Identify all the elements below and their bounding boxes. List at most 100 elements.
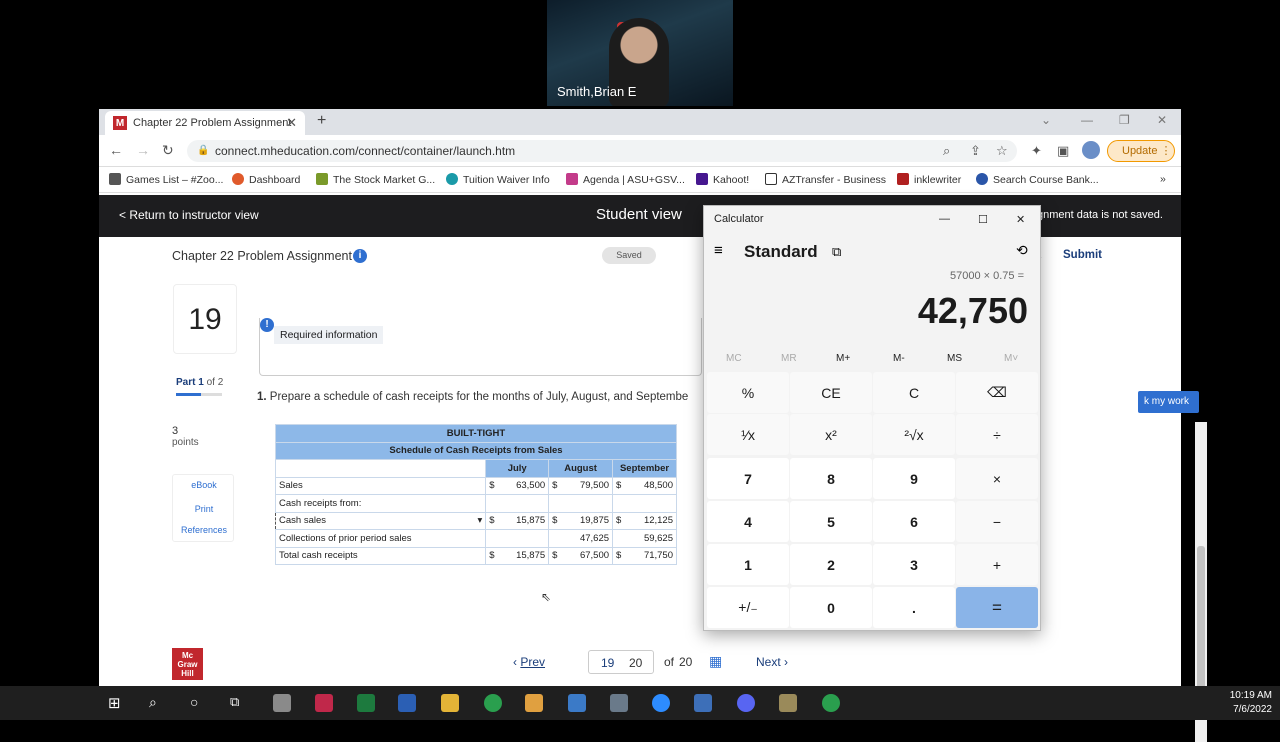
bookmark-item[interactable]: AZTransfer - Business	[765, 173, 886, 186]
digit-8-button[interactable]: 8	[790, 458, 872, 499]
zoom-icon[interactable]: ⌕	[943, 143, 950, 159]
percent-button[interactable]: %	[707, 372, 789, 413]
history-icon[interactable]: ⟲	[1016, 242, 1028, 259]
add-button[interactable]: +	[956, 544, 1038, 585]
decimal-button[interactable]: .	[873, 587, 955, 628]
table-cell[interactable]: $12,125	[612, 511, 677, 530]
restore-icon[interactable]: ❐	[1119, 113, 1130, 127]
discord-icon[interactable]	[737, 694, 755, 712]
table-cell[interactable]	[485, 529, 550, 548]
close-icon[interactable]: ✕	[1016, 213, 1025, 226]
new-tab-icon[interactable]: +	[317, 112, 326, 130]
bookmark-item[interactable]: inklewriter	[897, 173, 961, 186]
clear-button[interactable]: C	[873, 372, 955, 413]
minimize-icon[interactable]: —	[939, 213, 950, 225]
divide-button[interactable]: ÷	[956, 414, 1038, 455]
digit-9-button[interactable]: 9	[873, 458, 955, 499]
memory-subtract-button[interactable]: M-	[893, 353, 905, 364]
digit-0-button[interactable]: 0	[790, 587, 872, 628]
table-cell[interactable]	[485, 494, 550, 513]
keep-on-top-icon[interactable]: ⧉	[832, 244, 841, 260]
cortana-icon[interactable]: ○	[190, 694, 208, 712]
next-button[interactable]: Next ›	[756, 655, 788, 669]
tab-search-icon[interactable]: ⌄	[1041, 113, 1051, 127]
sqrt-button[interactable]: ²√x	[873, 414, 955, 455]
bookmark-item[interactable]: The Stock Market G...	[316, 173, 435, 186]
bookmark-item[interactable]: Dashboard	[232, 173, 300, 186]
table-cell[interactable]: $19,875	[548, 511, 614, 530]
table-cell[interactable]	[612, 494, 677, 513]
negate-button[interactable]: +/₋	[707, 587, 789, 628]
clear-entry-button[interactable]: CE	[790, 372, 872, 413]
bookmark-item[interactable]: Search Course Bank...	[976, 173, 1099, 186]
backspace-button[interactable]: ⌫	[956, 372, 1038, 413]
subtract-button[interactable]: −	[956, 501, 1038, 542]
digit-7-button[interactable]: 7	[707, 458, 789, 499]
table-cell[interactable]: $63,500	[485, 476, 550, 495]
close-tab-icon[interactable]: ✕	[286, 115, 297, 131]
table-cell[interactable]: $48,500	[612, 476, 677, 495]
bookmark-item[interactable]: Tuition Waiver Info	[446, 173, 550, 186]
print-link[interactable]: Print	[173, 504, 235, 514]
file-explorer-icon[interactable]	[441, 694, 459, 712]
side-panel-icon[interactable]: ▣	[1057, 143, 1069, 159]
digit-2-button[interactable]: 2	[790, 544, 872, 585]
extensions-icon[interactable]: ✦	[1031, 143, 1042, 159]
square-button[interactable]: x²	[790, 414, 872, 455]
digit-6-button[interactable]: 6	[873, 501, 955, 542]
page-selector[interactable]: 19 20	[588, 650, 654, 674]
references-link[interactable]: References	[173, 525, 235, 535]
return-instructor-link[interactable]: < Return to instructor view	[119, 208, 259, 222]
digit-5-button[interactable]: 5	[790, 501, 872, 542]
back-icon[interactable]: ←	[109, 142, 123, 158]
memory-add-button[interactable]: M+	[836, 353, 850, 364]
bookmark-item[interactable]: Agenda | ASU+GSV...	[566, 173, 685, 186]
zoom-app-icon[interactable]	[652, 694, 670, 712]
windows-start-icon[interactable]: ⊞	[108, 694, 126, 712]
info-icon[interactable]: i	[353, 249, 367, 263]
word-icon[interactable]	[398, 694, 416, 712]
ebook-link[interactable]: eBook	[173, 480, 235, 490]
share-icon[interactable]: ⇪	[970, 143, 981, 159]
prev-button[interactable]: ‹ Prev	[513, 655, 545, 669]
reload-icon[interactable]: ↻	[162, 142, 174, 159]
memory-clear-button[interactable]: MC	[726, 353, 742, 364]
digit-3-button[interactable]: 3	[873, 544, 955, 585]
table-cell[interactable]: $79,500	[548, 476, 614, 495]
equals-button[interactable]: =	[956, 587, 1038, 628]
digit-4-button[interactable]: 4	[707, 501, 789, 542]
chrome-icon[interactable]	[822, 694, 840, 712]
maximize-icon[interactable]: ☐	[978, 213, 988, 226]
menu-icon[interactable]: ≡	[714, 242, 723, 259]
dropdown-arrow-icon[interactable]: ▾	[477, 515, 482, 526]
system-clock[interactable]: 10:19 AM 7/6/2022	[1230, 689, 1272, 717]
update-button[interactable]: Update ⋮	[1107, 140, 1175, 162]
row-label-dropdown[interactable]: Cash sales ▾	[274, 511, 487, 530]
app-icon[interactable]	[525, 694, 543, 712]
multiply-button[interactable]: ×	[956, 458, 1038, 499]
url-field[interactable]: 🔒 connect.mheducation.com/connect/contai…	[187, 140, 1017, 162]
table-cell[interactable]: 59,625	[612, 529, 677, 548]
chrome-icon[interactable]	[484, 694, 502, 712]
excel-icon[interactable]	[357, 694, 375, 712]
forward-icon[interactable]: →	[136, 142, 150, 158]
app-icon[interactable]	[694, 694, 712, 712]
submit-button[interactable]: Submit	[1063, 249, 1102, 261]
bookmark-item[interactable]: Kahoot!	[696, 173, 749, 186]
tab-chapter-22[interactable]: M Chapter 22 Problem Assignment ✕	[105, 111, 305, 135]
memory-recall-button[interactable]: MR	[781, 353, 797, 364]
close-window-icon[interactable]: ✕	[1157, 113, 1167, 127]
grid-view-icon[interactable]: ▦	[709, 653, 722, 670]
star-icon[interactable]: ☆	[996, 143, 1008, 159]
table-cell[interactable]: 47,625	[548, 529, 614, 548]
bookmarks-more-icon[interactable]: »	[1160, 173, 1166, 185]
app-icon[interactable]	[779, 694, 797, 712]
calculator-taskbar-icon[interactable]	[610, 694, 628, 712]
reciprocal-button[interactable]: ¹⁄x	[707, 414, 789, 455]
app-icon[interactable]	[315, 694, 333, 712]
check-my-work-button[interactable]: k my work	[1138, 391, 1199, 413]
task-view-icon[interactable]: ⧉	[230, 694, 248, 712]
required-info-label[interactable]: Required information	[274, 326, 384, 344]
memory-store-button[interactable]: MS	[947, 353, 962, 364]
bookmark-item[interactable]: Games List – #Zoo...	[109, 173, 223, 186]
